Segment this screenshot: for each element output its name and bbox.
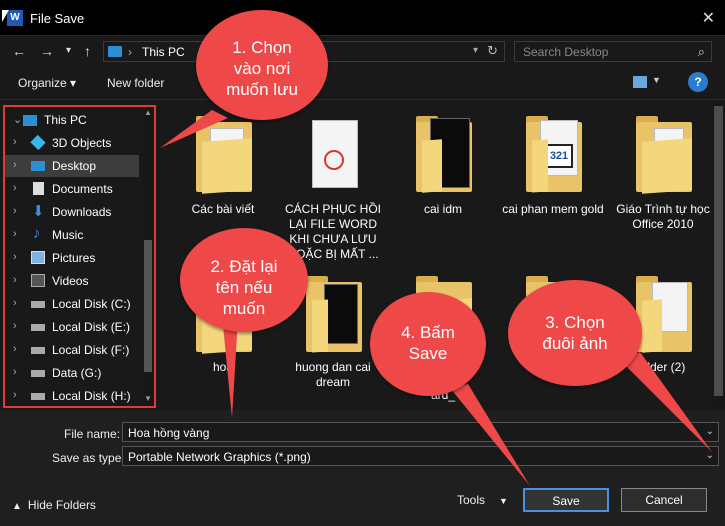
callout-1-line: muốn lưu	[226, 80, 298, 99]
callout-4-line: Save	[408, 344, 448, 363]
callout-3: 3. Chọn đuôi ảnh	[508, 280, 642, 386]
callout-3-line: đuôi ảnh	[542, 334, 608, 353]
callout-3-line: 3. Chọn	[545, 313, 605, 332]
callout-1-line: vào nơi	[233, 59, 291, 78]
callout-4: 4. Bấm Save	[370, 292, 486, 396]
callout-3-arrow	[620, 352, 712, 452]
callout-4-line: 4. Bấm	[401, 323, 455, 342]
callout-2-line: 2. Đặt lại	[210, 257, 278, 276]
callout-arrows	[160, 110, 712, 486]
callout-2-line: tên nếu	[215, 278, 273, 297]
callout-1: 1. Chọn vào nơi muốn lưu	[196, 10, 328, 120]
callout-4-arrow	[450, 384, 530, 486]
callout-2: 2. Đặt lại tên nếu muốn	[180, 228, 308, 332]
callout-1-line: 1. Chọn	[232, 38, 292, 57]
callout-1-arrow	[160, 110, 228, 148]
callout-2-line: muốn	[222, 299, 266, 318]
